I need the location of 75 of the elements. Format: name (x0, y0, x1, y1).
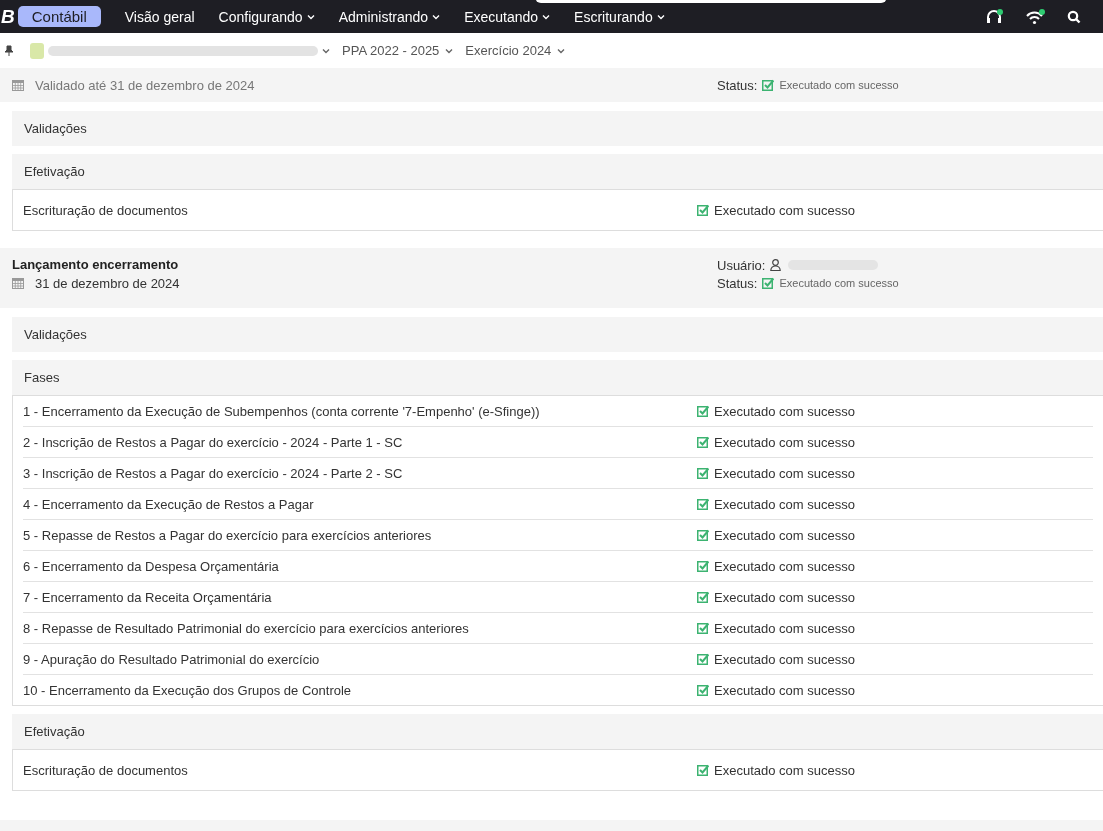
blurred-logo (30, 42, 44, 59)
check-icon (762, 277, 775, 289)
process-title: Lançamento encerramento (12, 256, 180, 274)
check-icon (697, 436, 709, 448)
check-icon (697, 622, 709, 634)
validity-text: Validado até 31 de dezembro de 2024 (35, 77, 255, 93)
status-text: Executado com sucesso (714, 762, 855, 778)
status-text: Executado com sucesso (714, 589, 855, 605)
check-icon (697, 467, 709, 479)
status-text: Executado com sucesso (714, 465, 855, 481)
calendar-icon (12, 277, 24, 289)
pin-icon (4, 44, 14, 57)
status-text: Executado com sucesso (714, 496, 855, 512)
status-text: Executado com sucesso (714, 558, 855, 574)
panel-header[interactable]: Validações (12, 111, 1103, 146)
step-name: 1 - Encerramento da Execução de Subempenhos (conta corrente '7-Empenho' (e-Sfinge)) (23, 403, 541, 419)
step-name: 7 - Encerramento da Receita Orçamentária (23, 589, 273, 605)
date-text: 31 de dezembro de 2024 (35, 275, 180, 291)
panel-header[interactable]: Fases (12, 360, 1103, 395)
menu-item[interactable]: Administrando (326, 8, 453, 25)
status-text: Executado com sucesso (714, 527, 855, 543)
status-text: Executado com sucesso (714, 682, 855, 698)
step-name: 3 - Inscrição de Restos a Pagar do exercício - 2024 - Parte 2 - SC (23, 465, 404, 481)
status-text: Executado com sucesso (714, 434, 855, 450)
user-label: Usuário: (717, 257, 766, 273)
step-name: Escrituração de documentos (23, 202, 189, 218)
check-icon (697, 204, 709, 216)
check-icon (697, 498, 709, 510)
search-icon (1067, 9, 1081, 24)
status-label: Status: (717, 77, 758, 93)
status-text: Executado com sucesso (779, 277, 899, 289)
step-name: 9 - Apuração do Resultado Patrimonial do exercício (23, 651, 321, 667)
headset-icon (985, 8, 1003, 25)
logo: B (0, 5, 16, 28)
menu-item[interactable]: Escriturando (562, 8, 677, 25)
step-name: 8 - Repasse de Resultado Patrimonial do exercício para exercícios anteriores (23, 620, 470, 636)
check-icon (697, 591, 709, 603)
context-selector[interactable]: Exercício 2024 (463, 43, 568, 58)
check-icon (697, 684, 709, 696)
check-icon (697, 653, 709, 665)
context-selector[interactable]: PPA 2022 - 2025 (340, 43, 456, 58)
status-text: Executado com sucesso (714, 202, 855, 218)
step-name: 5 - Repasse de Restos a Pagar do exercício para exercícios anteriores (23, 527, 433, 543)
check-icon (697, 405, 709, 417)
check-icon (697, 560, 709, 572)
menu-item[interactable]: Visão geral (112, 8, 207, 25)
panel-header[interactable]: Efetivação (12, 714, 1103, 749)
step-name: 2 - Inscrição de Restos a Pagar do exercício - 2024 - Parte 1 - SC (23, 434, 404, 450)
calendar-icon (12, 79, 24, 91)
step-name: 6 - Encerramento da Despesa Orçamentária (23, 558, 280, 574)
menu-item[interactable]: Configurando (206, 8, 327, 25)
panel-header[interactable]: Efetivação (12, 154, 1103, 189)
caret-icon (432, 13, 441, 20)
panel-header[interactable]: Validações (12, 317, 1103, 352)
check-icon (762, 79, 775, 91)
step-name: Escrituração de documentos (23, 762, 189, 778)
caret-icon (322, 47, 330, 54)
step-name: 4 - Encerramento da Execução de Restos a Pagar (23, 496, 315, 512)
caret-icon (656, 13, 665, 20)
caret-icon (306, 13, 315, 20)
user-icon (770, 259, 782, 271)
status-text: Executado com sucesso (714, 651, 855, 667)
status-text: Executado com sucesso (714, 620, 855, 636)
check-icon (697, 764, 709, 776)
status-label: Status: (717, 275, 758, 291)
step-name: 10 - Encerramento da Execução dos Grupos de Controle (23, 682, 353, 698)
status-text: Executado com sucesso (779, 79, 899, 91)
caret-icon (557, 47, 566, 54)
status-text: Executado com sucesso (714, 403, 855, 419)
menu-item[interactable]: Executando (452, 8, 563, 25)
caret-icon (542, 13, 551, 20)
caret-icon (445, 47, 454, 54)
wifi-icon (1025, 8, 1045, 25)
app-badge[interactable]: Contábil (17, 6, 101, 27)
check-icon (697, 529, 709, 541)
